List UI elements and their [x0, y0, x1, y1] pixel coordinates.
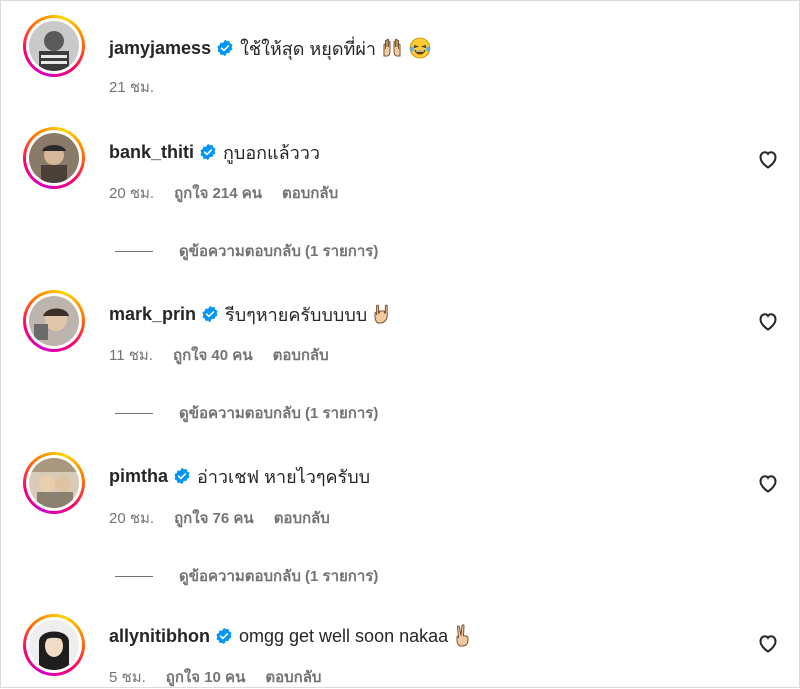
comments-panel: jamyjamess ใช้ให้สุด หยุดที่ผ่า 21 ชม. b…	[0, 0, 800, 688]
view-replies-label: ดูข้อความตอบกลับ (1 รายการ)	[179, 243, 379, 260]
reply-button[interactable]: ตอบกลับ	[274, 506, 330, 530]
victory-hand-emoji	[452, 624, 476, 648]
view-replies-button[interactable]: ดูข้อความตอบกลับ (1 รายการ)	[115, 564, 378, 588]
verified-badge-icon	[201, 305, 219, 323]
comment-likes-count[interactable]: ถูกใจ 40 คน	[173, 343, 253, 367]
avatar-story-ring[interactable]	[23, 290, 85, 352]
divider	[115, 250, 153, 252]
like-heart-icon[interactable]	[756, 147, 780, 171]
comment-time[interactable]: 11 ชม.	[109, 343, 153, 367]
comment-likes-count[interactable]: ถูกใจ 76 คน	[174, 506, 254, 530]
avatar	[29, 458, 79, 508]
view-replies-button[interactable]: ดูข้อความตอบกลับ (1 รายการ)	[115, 401, 378, 425]
avatar-story-ring[interactable]	[23, 127, 85, 189]
view-replies-label: ดูข้อความตอบกลับ (1 รายการ)	[179, 405, 379, 422]
avatar	[29, 21, 79, 71]
like-heart-icon[interactable]	[756, 309, 780, 333]
avatar-story-ring[interactable]	[23, 614, 85, 676]
verified-badge-icon	[216, 39, 234, 57]
like-heart-icon[interactable]	[756, 471, 780, 495]
divider	[115, 575, 153, 577]
comment-text: omgg get well soon nakaa	[239, 625, 449, 646]
comment-time[interactable]: 5 ชม.	[109, 665, 146, 689]
verified-badge-icon	[199, 143, 217, 161]
view-replies-label: ดูข้อความตอบกลับ (1 รายการ)	[179, 568, 379, 585]
avatar	[29, 620, 79, 670]
like-heart-icon[interactable]	[756, 631, 780, 655]
comment-username[interactable]: mark_prin	[109, 304, 196, 325]
avatar	[29, 133, 79, 183]
reply-button[interactable]: ตอบกลับ	[273, 343, 329, 367]
avatar-story-ring[interactable]	[23, 15, 85, 77]
comment-text: อ่าวเชฟ หายไวๆครับบ	[197, 466, 371, 487]
comment-likes-count[interactable]: ถูกใจ 214 คน	[174, 181, 262, 205]
avatar	[29, 296, 79, 346]
comment-username[interactable]: pimtha	[109, 466, 168, 487]
laughing-tears-emoji	[408, 36, 432, 60]
comment-time[interactable]: 20 ชม.	[109, 506, 154, 530]
comment-time[interactable]: 21 ชม.	[109, 75, 154, 99]
divider	[115, 412, 153, 414]
verified-badge-icon	[215, 627, 233, 645]
raised-hands-emoji	[380, 36, 404, 60]
verified-badge-icon	[173, 467, 191, 485]
comment-text: รีบๆหายครับบบบบ	[225, 304, 368, 325]
reply-button[interactable]: ตอบกลับ	[265, 665, 321, 689]
view-replies-button[interactable]: ดูข้อความตอบกลับ (1 รายการ)	[115, 239, 378, 263]
comment-text: กูบอกแล้ววว	[223, 142, 321, 163]
comment-time[interactable]: 20 ชม.	[109, 181, 154, 205]
reply-button[interactable]: ตอบกลับ	[282, 181, 338, 205]
avatar-story-ring[interactable]	[23, 452, 85, 514]
comment-username[interactable]: jamyjamess	[109, 38, 211, 59]
rock-hand-emoji	[371, 302, 395, 326]
comment-username[interactable]: allynitibhon	[109, 626, 210, 647]
comment-likes-count[interactable]: ถูกใจ 10 คน	[166, 665, 246, 689]
comment-username[interactable]: bank_thiti	[109, 142, 194, 163]
comment-text: ใช้ให้สุด หยุดที่ผ่า	[240, 38, 377, 59]
